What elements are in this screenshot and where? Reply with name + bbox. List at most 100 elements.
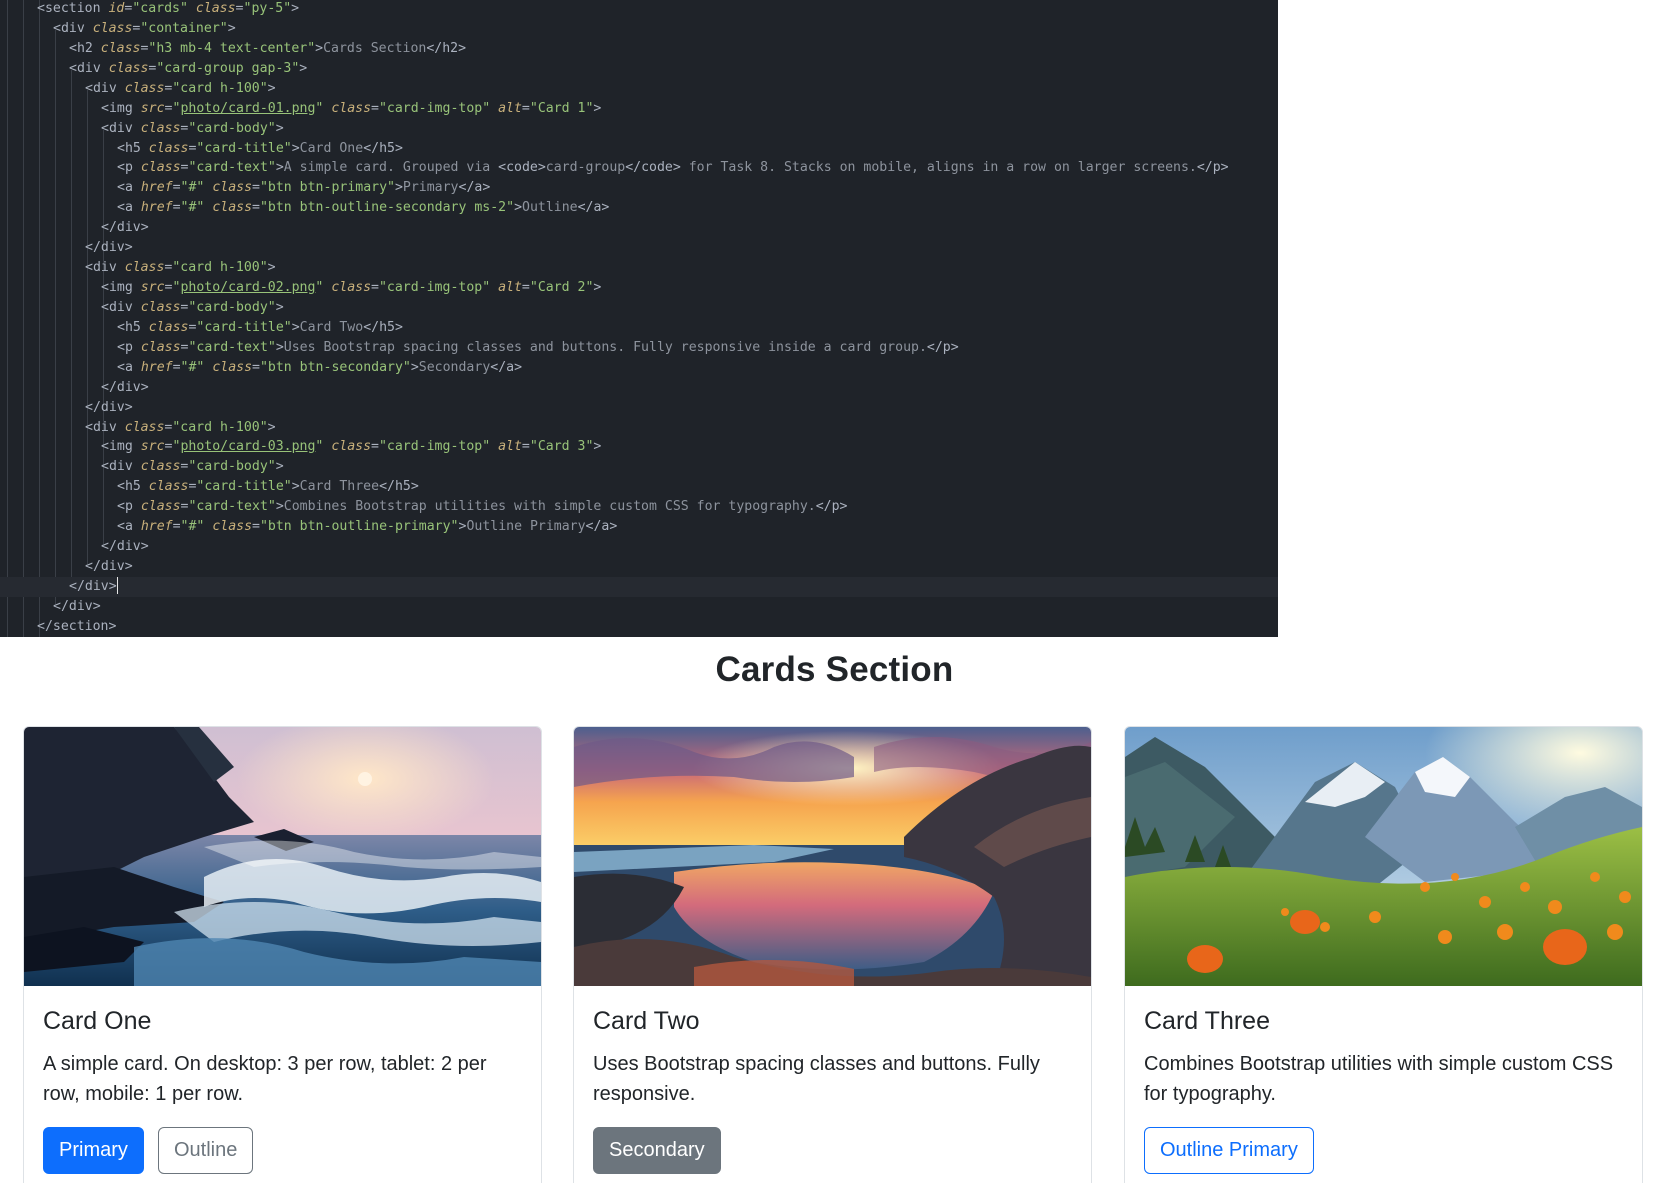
code-line[interactable]: <div class="card h-100"> xyxy=(0,79,276,99)
code-line[interactable]: <div class="card h-100"> xyxy=(0,258,276,278)
code-token: id xyxy=(108,1,125,16)
code-token: </h5> xyxy=(379,479,419,495)
code-token: "card-text" xyxy=(188,339,276,355)
code-token: Cards Section xyxy=(323,40,427,56)
ocean-waves-sunset-photo xyxy=(24,727,541,986)
code-line[interactable]: </div> xyxy=(0,398,133,418)
code-token: </p> xyxy=(815,499,848,515)
code-token: = xyxy=(235,1,244,16)
primary-button[interactable]: Primary xyxy=(43,1127,144,1174)
code-token: "#" xyxy=(180,200,205,216)
code-line[interactable]: <img src="photo/card-01.png" class="card… xyxy=(0,99,601,119)
code-token: class xyxy=(140,499,181,515)
code-line[interactable]: <h5 class="card-title">Card One</h5> xyxy=(0,139,403,159)
code-line[interactable]: <div class="card-group gap-3"> xyxy=(0,59,307,79)
code-token: </a> xyxy=(458,180,491,196)
card-two: Card Two Uses Bootstrap spacing classes … xyxy=(573,726,1092,1183)
code-token: <img xyxy=(101,280,141,296)
code-token: = xyxy=(172,200,181,216)
code-token: <a xyxy=(117,180,141,196)
code-token: = xyxy=(252,200,260,216)
code-line[interactable]: <a href="#" class="btn btn-primary">Prim… xyxy=(0,178,490,198)
code-line[interactable]: </div> xyxy=(0,378,149,398)
secondary-button[interactable]: Secondary xyxy=(593,1127,721,1174)
code-token: "card-img-top" xyxy=(378,280,491,296)
code-token: = xyxy=(172,519,181,535)
code-token: > xyxy=(593,280,602,296)
code-line[interactable]: <a href="#" class="btn btn-outline-secon… xyxy=(0,198,609,218)
code-token: <h5 xyxy=(117,479,149,495)
code-line[interactable]: </div> xyxy=(0,597,101,617)
code-token: <div xyxy=(85,80,125,96)
code-token: = xyxy=(521,439,530,455)
code-token: "btn btn-outline-secondary ms-2" xyxy=(259,200,515,216)
code-token: </a> xyxy=(577,200,610,216)
code-line[interactable]: <div class="card-body"> xyxy=(0,457,284,477)
code-token: "card-group gap-3" xyxy=(156,60,300,76)
code-token: <img xyxy=(101,439,141,455)
code-token: Secondary xyxy=(418,359,491,375)
code-token: "py-5" xyxy=(243,1,292,16)
code-token: class xyxy=(140,160,181,176)
text-cursor xyxy=(116,576,119,594)
code-line[interactable]: <h5 class="card-title">Card Two</h5> xyxy=(0,318,403,338)
code-token: href xyxy=(140,359,173,375)
code-token: class xyxy=(331,280,372,296)
code-token: = xyxy=(371,100,379,116)
code-token: class xyxy=(100,40,141,56)
code-token: "Card 1" xyxy=(529,100,594,116)
card-text: Combines Bootstrap utilities with simple… xyxy=(1144,1053,1614,1105)
code-token: Card Three xyxy=(299,479,380,495)
code-line[interactable]: <section id="cards" class="py-5"> xyxy=(0,0,299,19)
code-line[interactable]: <p class="card-text">Combines Bootstrap … xyxy=(0,497,848,517)
code-line[interactable]: <div class="card-body"> xyxy=(0,119,284,139)
code-line[interactable]: <p class="card-text">Uses Bootstrap spac… xyxy=(0,338,959,358)
code-token: > xyxy=(275,459,284,475)
code-token: class xyxy=(148,479,189,495)
outline-primary-button[interactable]: Outline Primary xyxy=(1144,1127,1314,1174)
code-token: <p xyxy=(117,499,141,515)
code-token: </div> xyxy=(53,598,101,614)
code-token: "card-body" xyxy=(188,459,276,475)
code-token: src xyxy=(140,100,165,116)
outline-button[interactable]: Outline xyxy=(158,1127,254,1174)
code-token: class xyxy=(124,419,165,435)
code-line[interactable]: </div> xyxy=(0,218,149,238)
code-line[interactable]: <div class="card-body"> xyxy=(0,298,284,318)
code-token: class xyxy=(148,140,189,156)
code-line[interactable]: <h2 class="h3 mb-4 text-center">Cards Se… xyxy=(0,39,466,59)
code-token: class xyxy=(212,200,253,216)
code-line[interactable]: <img src="photo/card-03.png" class="card… xyxy=(0,437,601,457)
code-token: "card-text" xyxy=(188,499,276,515)
code-token: = xyxy=(371,439,379,455)
code-token: > xyxy=(275,299,284,315)
code-line[interactable]: <img src="photo/card-02.png" class="card… xyxy=(0,278,601,298)
code-token: photo/card-03.png xyxy=(180,439,316,455)
code-token: "#" xyxy=(180,519,205,535)
code-line[interactable]: </div> xyxy=(0,537,149,557)
code-line[interactable]: </div> xyxy=(0,557,133,577)
code-token: "btn btn-outline-primary" xyxy=(259,519,459,535)
code-line[interactable]: </div> xyxy=(0,238,133,258)
code-line[interactable]: <a href="#" class="btn btn-secondary">Se… xyxy=(0,358,522,378)
code-line[interactable]: <h5 class="card-title">Card Three</h5> xyxy=(0,477,419,497)
code-token: = xyxy=(252,359,260,375)
code-token: </a> xyxy=(585,519,618,535)
code-line[interactable]: </section> xyxy=(0,617,116,637)
code-line[interactable]: <a href="#" class="btn btn-outline-prima… xyxy=(0,517,617,537)
code-token: > xyxy=(514,200,523,216)
code-line[interactable]: </div> xyxy=(0,576,1278,597)
code-token: <a xyxy=(117,519,141,535)
code-line[interactable]: <p class="card-text">A simple card. Grou… xyxy=(0,158,1229,178)
code-token: card-group xyxy=(545,160,626,176)
code-line[interactable]: <div class="container"> xyxy=(0,19,236,39)
code-token: > xyxy=(267,80,276,96)
code-token: > xyxy=(275,160,284,176)
code-token: class xyxy=(140,120,181,136)
code-token: = xyxy=(252,180,260,196)
code-editor[interactable]: <section id="cards" class="py-5"> <div cl… xyxy=(0,0,1278,637)
code-line[interactable]: <div class="card h-100"> xyxy=(0,418,276,438)
code-token: "#" xyxy=(180,180,205,196)
code-token: > xyxy=(267,419,276,435)
